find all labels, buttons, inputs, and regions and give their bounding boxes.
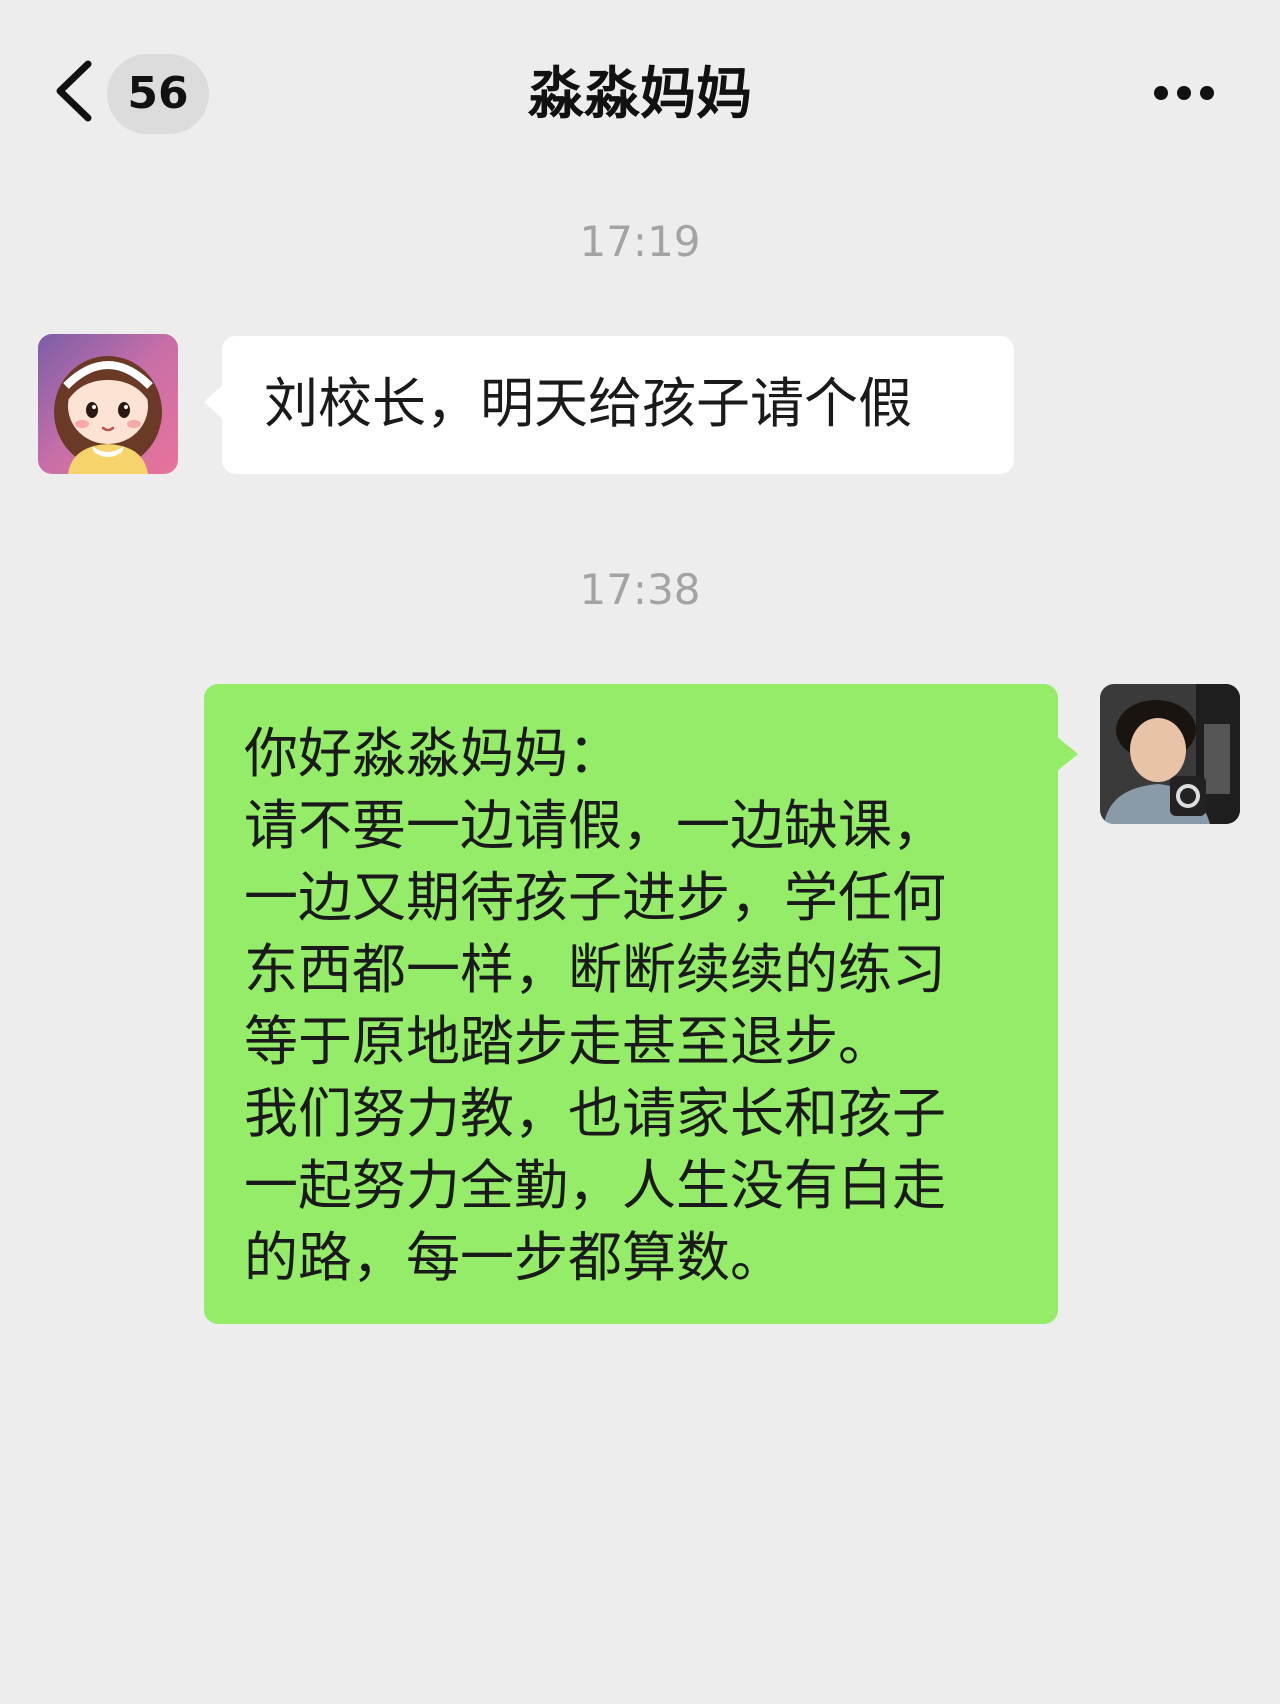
back-button[interactable] bbox=[48, 56, 100, 126]
cartoon-girl-illustration bbox=[38, 334, 178, 474]
chevron-left-icon bbox=[56, 60, 92, 122]
chat-title: 淼淼妈妈 bbox=[528, 62, 752, 127]
chat-screen: 56 淼淼妈妈 17:19 刘校长，明天给孩子请个假 17:38 你好淼淼妈妈：… bbox=[0, 0, 1280, 1704]
more-options-button[interactable] bbox=[1146, 72, 1222, 116]
cartoon-girl-avatar[interactable] bbox=[38, 334, 178, 474]
message-timestamp: 17:19 bbox=[579, 217, 701, 266]
unread-count-badge[interactable]: 56 bbox=[107, 54, 209, 134]
outgoing-message-text: 你好淼淼妈妈： 请不要一边请假，一边缺课， 一边又期待孩子进步，学任何 东西都一… bbox=[244, 722, 946, 1289]
incoming-message-text: 刘校长，明天给孩子请个假 bbox=[264, 372, 912, 435]
user-photo-avatar[interactable] bbox=[1100, 684, 1240, 824]
incoming-message-bubble[interactable]: 刘校长，明天给孩子请个假 bbox=[204, 336, 1014, 474]
user-photo-illustration bbox=[1100, 684, 1240, 824]
message-timestamp: 17:38 bbox=[579, 565, 701, 614]
outgoing-message-bubble[interactable]: 你好淼淼妈妈： 请不要一边请假，一边缺课， 一边又期待孩子进步，学任何 东西都一… bbox=[204, 684, 1078, 1324]
chat-header: 56 淼淼妈妈 bbox=[0, 0, 1280, 190]
